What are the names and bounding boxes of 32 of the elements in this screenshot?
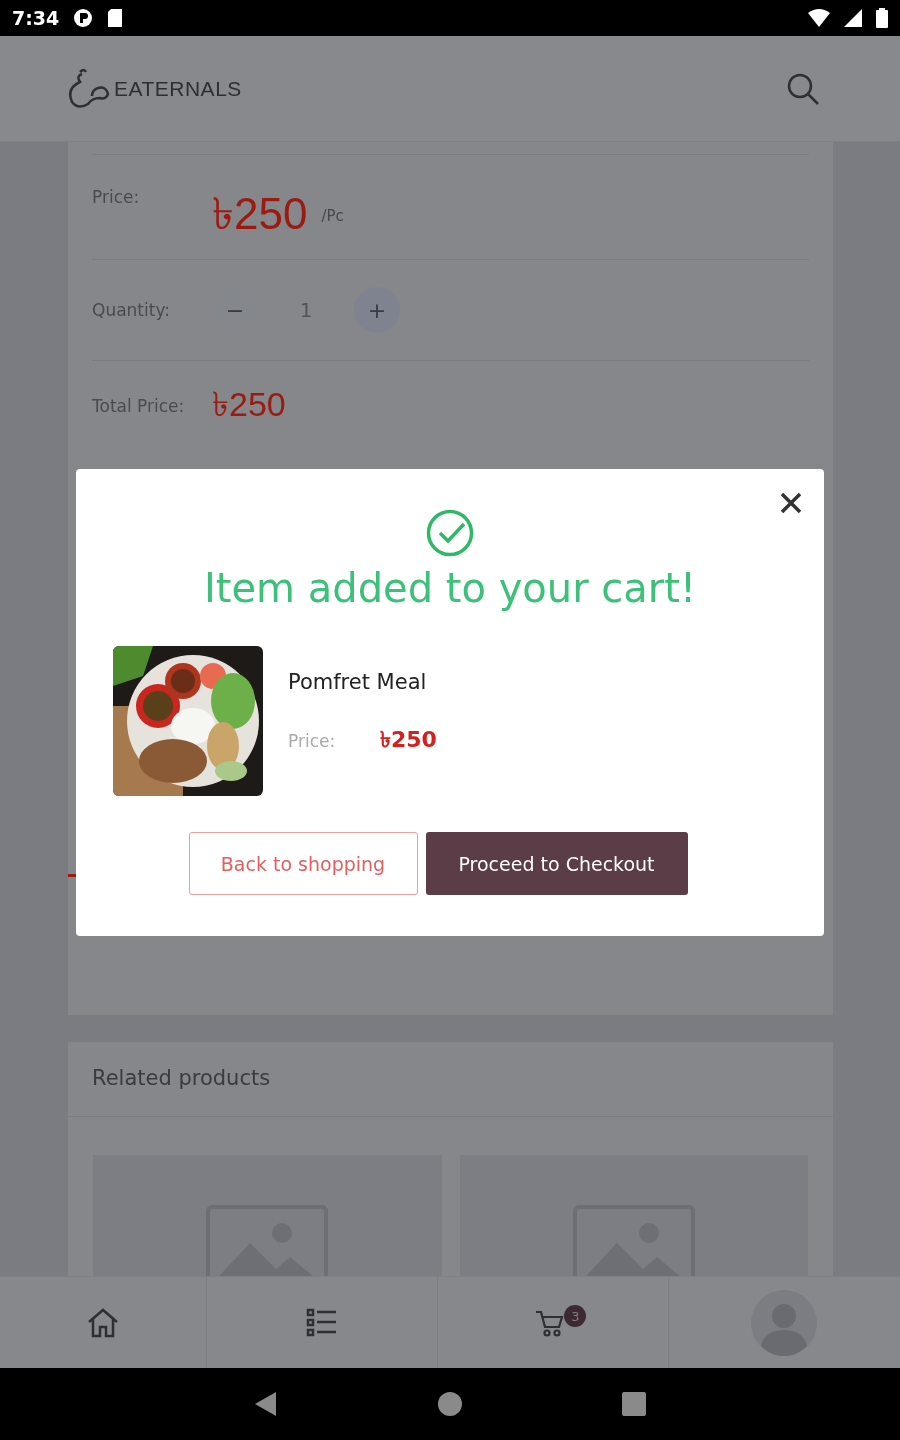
price-value: ৳250 xyxy=(380,726,437,754)
list-icon[interactable] xyxy=(306,1307,339,1338)
product-thumbnail[interactable] xyxy=(459,1155,808,1276)
back-icon[interactable] xyxy=(254,1391,278,1417)
item-name: Pomfret Meal xyxy=(288,670,428,694)
sd-card-icon xyxy=(107,8,124,28)
battery-icon xyxy=(876,8,888,28)
price-label: Price: xyxy=(288,730,337,751)
signal-icon xyxy=(844,9,862,27)
total-price-value: ৳250 xyxy=(212,383,286,425)
price-label: Price: xyxy=(92,187,141,207)
product-thumbnail[interactable] xyxy=(93,1155,442,1276)
home-button-icon[interactable] xyxy=(438,1392,462,1416)
check-circle-icon xyxy=(426,509,474,557)
increment-button[interactable]: + xyxy=(354,287,400,333)
clock-time: 7:34 xyxy=(12,7,60,29)
total-price-label: Total Price: xyxy=(92,396,186,416)
price-value: ৳250 xyxy=(212,188,308,240)
notification-icon xyxy=(73,8,94,28)
cart-badge: 3 xyxy=(564,1305,587,1327)
close-icon xyxy=(780,491,802,514)
checkout-button[interactable]: Proceed to Checkout xyxy=(425,832,688,895)
unit-label: /Pc xyxy=(321,207,344,225)
section-title: Related products xyxy=(68,1042,833,1117)
back-to-shopping-button[interactable]: Back to shopping xyxy=(188,832,418,895)
dialog-title: Item added to your cart! xyxy=(204,565,696,611)
quantity-label: Quantity: xyxy=(92,300,171,320)
wifi-icon xyxy=(808,9,830,27)
cart-icon[interactable] xyxy=(534,1308,565,1337)
logo[interactable]: EATERNALS xyxy=(66,65,242,112)
logo-text: EATERNALS xyxy=(114,76,242,101)
search-icon[interactable] xyxy=(786,71,820,106)
